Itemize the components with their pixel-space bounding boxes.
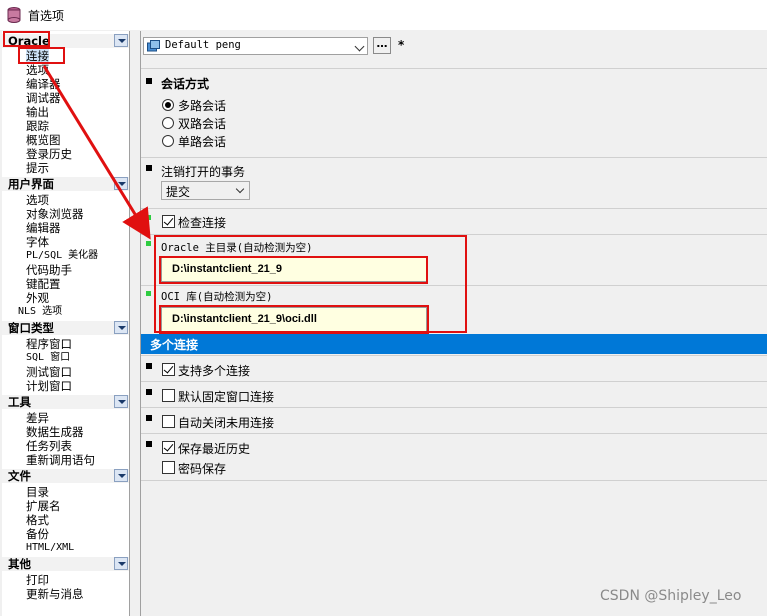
watermark: CSDN @Shipley_Leo xyxy=(600,588,742,604)
annotation-arrow xyxy=(42,65,151,240)
